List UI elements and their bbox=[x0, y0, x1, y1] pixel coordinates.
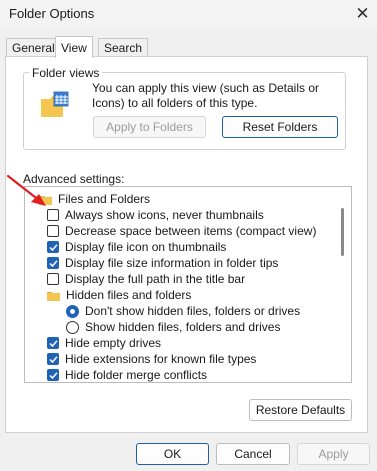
checkbox-checked[interactable] bbox=[47, 337, 59, 349]
option-show-hidden[interactable]: Show hidden files, folders and drives bbox=[66, 319, 280, 335]
apply-button[interactable]: Apply bbox=[297, 443, 370, 465]
checkbox-checked[interactable] bbox=[47, 241, 59, 253]
annotation-arrow-icon bbox=[6, 174, 46, 206]
option-hide-empty-drives[interactable]: Hide empty drives bbox=[47, 335, 161, 351]
option-hide-extensions[interactable]: Hide extensions for known file types bbox=[47, 351, 256, 367]
tab-search[interactable]: Search bbox=[98, 38, 149, 57]
radio-selected[interactable] bbox=[66, 304, 79, 318]
tree-folder-label: Files and Folders bbox=[58, 192, 151, 206]
option-display-full-path[interactable]: Display the full path in the title bar bbox=[47, 271, 245, 287]
checkmark-icon bbox=[48, 259, 58, 267]
folder-views-label: Folder views bbox=[29, 66, 103, 80]
ok-button[interactable]: OK bbox=[136, 443, 209, 465]
tree-folder-hidden-files: Hidden files and folders bbox=[47, 287, 191, 303]
checkbox-checked[interactable] bbox=[47, 353, 59, 365]
close-icon[interactable]: ✕ bbox=[348, 0, 377, 28]
option-label: Show hidden files, folders and drives bbox=[85, 320, 281, 334]
option-display-file-icon[interactable]: Display file icon on thumbnails bbox=[47, 239, 226, 255]
radio-unselected[interactable] bbox=[66, 320, 79, 334]
checkbox-unchecked[interactable] bbox=[47, 273, 59, 285]
folder-details-icon bbox=[41, 91, 69, 117]
option-label: Hide extensions for known file types bbox=[65, 352, 257, 366]
option-display-file-size[interactable]: Display file size information in folder … bbox=[47, 255, 278, 271]
checkbox-checked[interactable] bbox=[47, 369, 59, 381]
option-label: Hide folder merge conflicts bbox=[65, 368, 208, 382]
tab-general[interactable]: General bbox=[6, 38, 61, 57]
checkmark-icon bbox=[48, 243, 58, 251]
option-label: Don't show hidden files, folders or driv… bbox=[85, 304, 301, 318]
tree-folder-label: Hidden files and folders bbox=[66, 288, 192, 302]
option-label: Always show icons, never thumbnails bbox=[65, 208, 264, 222]
restore-defaults-button[interactable]: Restore Defaults bbox=[249, 399, 352, 421]
folder-views-description: You can apply this view (such as Details… bbox=[92, 81, 320, 110]
option-always-show-icons[interactable]: Always show icons, never thumbnails bbox=[47, 207, 264, 223]
option-dont-show-hidden[interactable]: Don't show hidden files, folders or driv… bbox=[66, 303, 300, 319]
folder-icon bbox=[47, 291, 60, 301]
checkmark-icon bbox=[48, 355, 58, 363]
checkmark-icon bbox=[48, 371, 58, 379]
reset-folders-button[interactable]: Reset Folders bbox=[222, 116, 338, 138]
apply-to-folders-button[interactable]: Apply to Folders bbox=[93, 116, 206, 138]
window-title: Folder Options bbox=[9, 6, 95, 21]
tab-view[interactable]: View bbox=[55, 36, 93, 58]
option-label: Hide empty drives bbox=[65, 336, 162, 350]
option-hide-merge-conflicts[interactable]: Hide folder merge conflicts bbox=[47, 367, 208, 382]
checkbox-unchecked[interactable] bbox=[47, 225, 59, 237]
checkmark-icon bbox=[48, 339, 58, 347]
advanced-settings-tree[interactable]: Files and Folders Always show icons, nev… bbox=[24, 186, 352, 383]
checkbox-checked[interactable] bbox=[47, 257, 59, 269]
option-label: Decrease space between items (compact vi… bbox=[65, 224, 317, 238]
option-label: Display file size information in folder … bbox=[65, 256, 279, 270]
cancel-button[interactable]: Cancel bbox=[216, 443, 290, 465]
option-label: Display file icon on thumbnails bbox=[65, 240, 227, 254]
option-decrease-space[interactable]: Decrease space between items (compact vi… bbox=[47, 223, 316, 239]
option-label: Display the full path in the title bar bbox=[65, 272, 246, 286]
tree-scrollbar-thumb[interactable] bbox=[341, 208, 344, 256]
